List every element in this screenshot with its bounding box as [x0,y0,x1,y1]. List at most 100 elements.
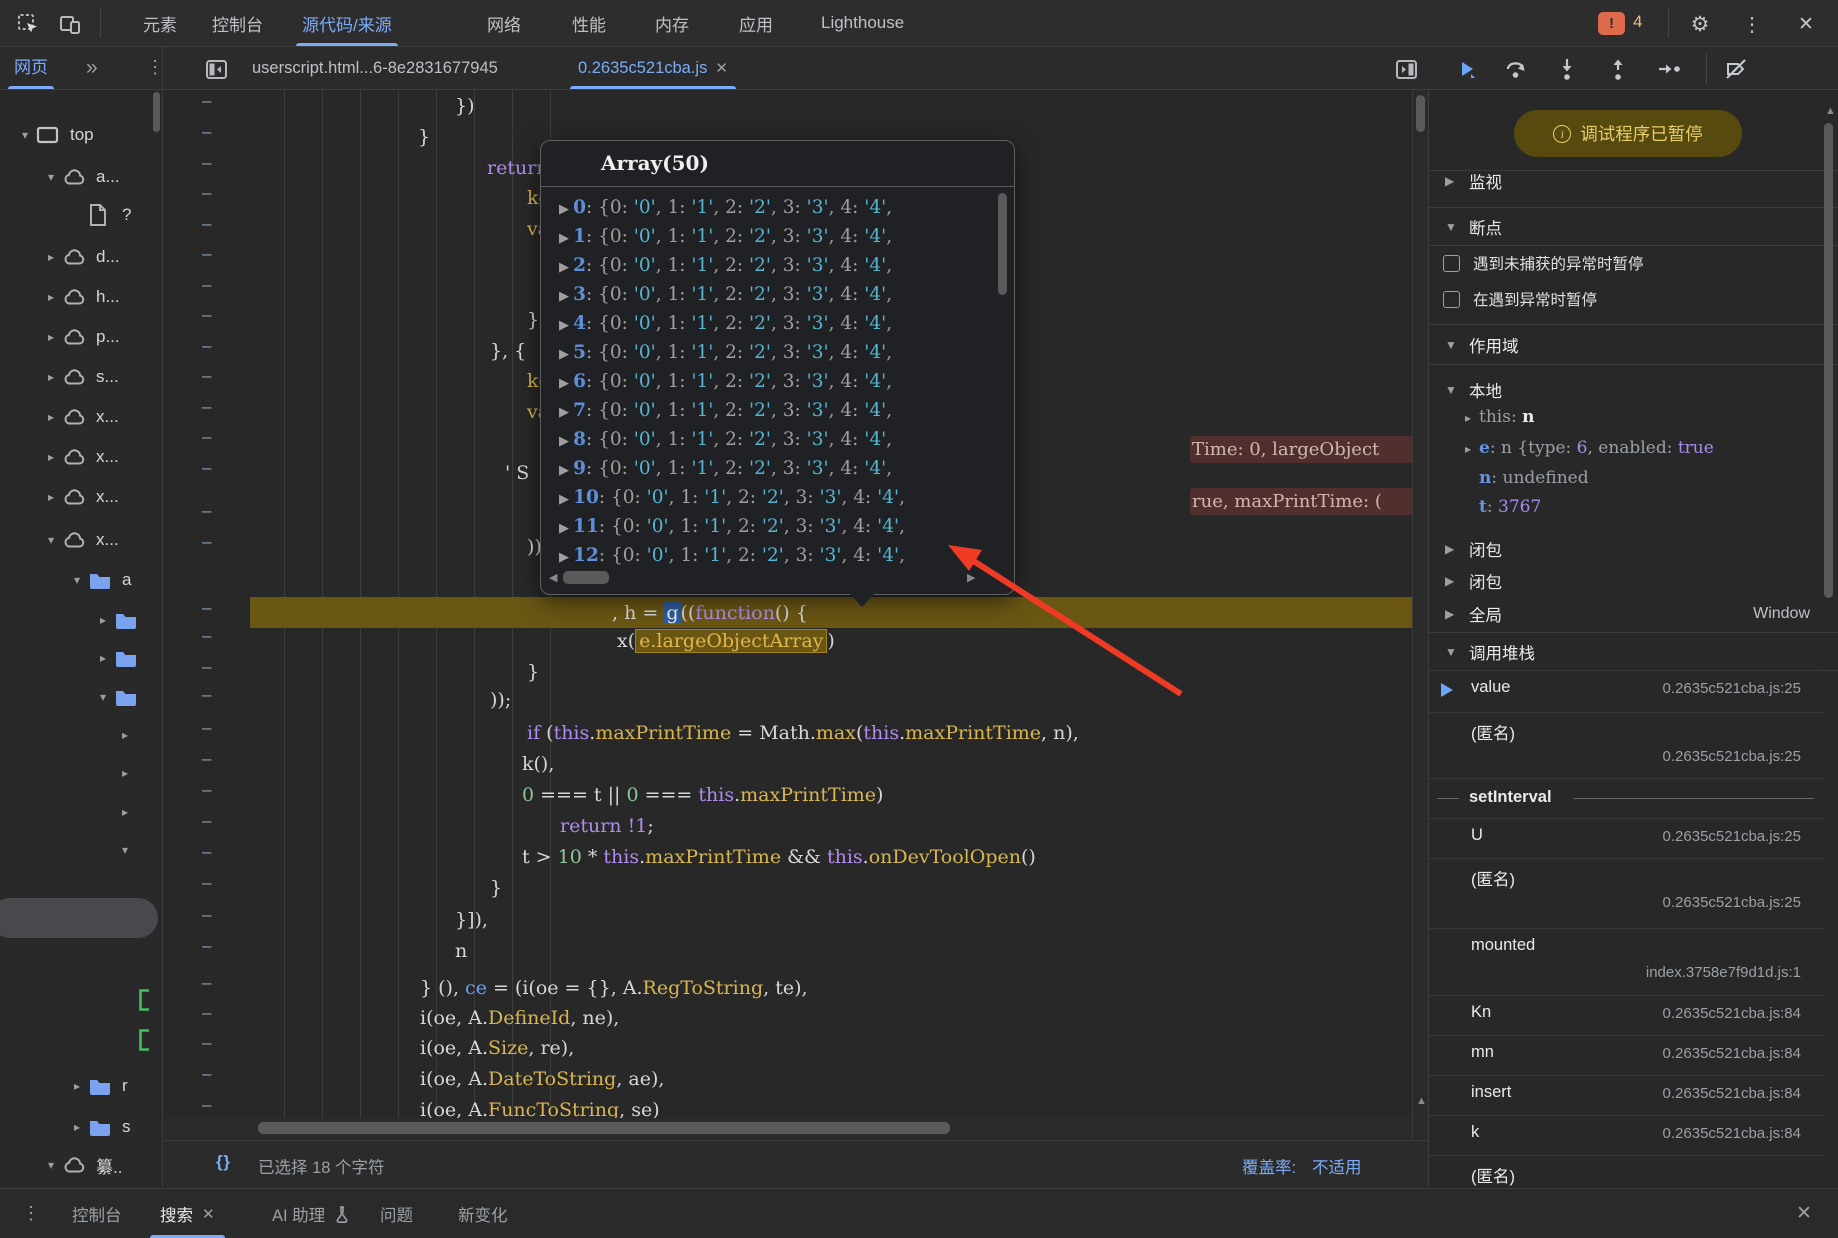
code-line[interactable]: n [455,936,467,966]
gutter-line-marker[interactable]: – [202,122,216,142]
gutter-line-marker[interactable]: – [202,842,216,862]
checkbox-icon[interactable] [1443,255,1460,272]
section-watch[interactable]: ▶ 监视 [1445,162,1502,199]
code-line[interactable]: i(oe, A.Size, re), [420,1033,574,1063]
resume-script-icon[interactable] [1452,55,1480,83]
gutter-line-marker[interactable]: – [202,657,216,677]
chevron-right-icon[interactable]: ▸ [48,490,62,504]
tree-item[interactable]: ▾x... [48,525,119,555]
code-line[interactable]: } [527,657,539,687]
tree-item[interactable]: ▾ [100,682,148,712]
panel-tab-1[interactable]: 控制台 [212,0,263,46]
chevron-right-icon[interactable]: ▸ [74,1079,88,1093]
chevron-right-icon[interactable]: ▶ [559,550,573,565]
device-toolbar-icon[interactable] [56,10,84,38]
popup-scroll-left-icon[interactable]: ◀ [549,571,557,584]
popup-array-row[interactable]: ▶ 3: {0: '0', 1: '1', 2: '2', 3: '3', 4:… [559,280,989,309]
code-line[interactable]: 0 === t || 0 === this.maxPrintTime) [522,780,883,810]
gutter-line-marker[interactable]: – [202,458,216,478]
checkbox-icon[interactable] [1443,291,1460,308]
popup-array-row[interactable]: ▶ 2: {0: '0', 1: '1', 2: '2', 3: '3', 4:… [559,251,989,280]
chevron-down-icon[interactable]: ▾ [74,573,88,587]
chevron-right-icon[interactable]: ▶ [559,463,573,478]
panel-tab-6[interactable]: 应用 [739,0,773,46]
step-out-icon[interactable] [1604,55,1632,83]
tree-item[interactable]: ▸s... [48,362,119,392]
pause-uncaught-exceptions-row[interactable]: 遇到未捕获的异常时暂停 [1443,252,1644,274]
chevron-right-icon[interactable]: ▶ [559,405,573,420]
chevron-right-icon[interactable]: ▸ [122,766,136,780]
scope-global[interactable]: ▶ 全局 [1445,598,1502,630]
show-drawer-panel-icon[interactable] [1392,55,1420,83]
drawer-tab-3[interactable]: 问题 [380,1189,413,1238]
code-line[interactable]: )); [490,685,511,715]
stack-frame-row[interactable]: (匿名)0.2635c521cba.js:25 [1429,858,1823,928]
stack-frame-row[interactable]: value0.2635c521cba.js:25 [1429,670,1823,712]
step-over-icon[interactable] [1502,55,1530,83]
tree-item[interactable]: ▸r [74,1071,128,1101]
chevron-right-icon[interactable]: ▶ [559,347,573,362]
chevron-down-icon[interactable]: ▾ [48,533,62,547]
section-callstack[interactable]: ▼ 调用堆栈 [1445,634,1535,670]
scope-closure[interactable]: ▶ 闭包 [1445,565,1502,597]
tree-item[interactable]: ▸x... [48,442,119,472]
tree-item[interactable]: ▸s [74,1112,131,1142]
tree-item[interactable]: ? [74,200,131,230]
step-icon[interactable] [1655,55,1683,83]
gutter-line-marker[interactable]: – [202,685,216,705]
chevron-right-icon[interactable]: ▸ [122,728,136,742]
hide-navigator-icon[interactable] [202,55,230,83]
chevron-right-icon[interactable]: ▶ [559,521,573,536]
scroll-arrow-icon[interactable]: ▲ [1416,1095,1427,1107]
gutter-line-marker[interactable]: – [202,1033,216,1053]
popup-array-row[interactable]: ▶ 7: {0: '0', 1: '1', 2: '2', 3: '3', 4:… [559,396,989,425]
chevron-right-icon[interactable]: ▸ [1465,411,1479,425]
gutter-line-marker[interactable]: – [202,626,216,646]
tree-item[interactable]: ▾a... [48,162,120,192]
popup-array-row[interactable]: ▶ 4: {0: '0', 1: '1', 2: '2', 3: '3', 4:… [559,309,989,338]
error-badge-icon[interactable]: ! [1598,12,1625,35]
popup-array-row[interactable]: ▶ 10: {0: '0', 1: '1', 2: '2', 3: '3', 4… [559,483,989,512]
scope-variable-row[interactable]: ▸this: n [1465,407,1838,427]
section-breakpoints[interactable]: ▼ 断点 [1445,208,1502,245]
panel-tab-0[interactable]: 元素 [143,0,177,46]
sidebar-scrollbar[interactable] [1824,123,1833,598]
tree-item[interactable]: ▸p... [48,322,120,352]
panel-tab-7[interactable]: Lighthouse [821,0,904,46]
code-line[interactable]: }, { [490,336,526,366]
tree-item[interactable]: ▸x... [48,482,119,512]
scope-variable-row[interactable]: n: undefined [1465,468,1838,488]
chevron-down-icon[interactable]: ▾ [48,1158,62,1172]
code-line[interactable]: return !1; [560,811,654,841]
popup-vertical-scrollbar[interactable] [998,193,1007,295]
code-line[interactable]: x(e.largeObjectArray) [617,626,835,656]
inspect-element-icon[interactable] [14,10,42,38]
gutter-line-marker[interactable]: – [202,973,216,993]
chevron-down-icon[interactable]: ▾ [22,128,36,142]
chevron-right-icon[interactable]: ▸ [48,330,62,344]
settings-gear-icon[interactable]: ⚙ [1686,10,1714,38]
navigator-more-icon[interactable]: ⋮ [146,57,164,78]
tree-item[interactable]: ▸x... [48,402,119,432]
code-line[interactable]: } [527,305,539,335]
tree-item[interactable]: ▾纂.. [48,1150,122,1180]
more-options-icon[interactable]: ⋮ [1738,10,1766,38]
code-line[interactable]: }]), [455,905,488,935]
drawer-close-icon[interactable]: ✕ [1796,1202,1812,1225]
gutter-line-marker[interactable]: – [202,153,216,173]
code-line[interactable]: , h = g((function() { [612,598,808,628]
code-line[interactable]: ' S [505,458,529,488]
tree-item[interactable]: ▸ [122,758,136,788]
scope-variable-row[interactable]: ▸e: n {type: 6, enabled: true [1465,438,1838,458]
code-line[interactable]: } (), ce = (i(oe = {}, A.RegToString, te… [420,973,808,1003]
overflow-tabs-chevron-icon[interactable]: » [86,56,98,80]
chevron-right-icon[interactable]: ▸ [74,1120,88,1134]
chevron-right-icon[interactable]: ▶ [559,202,573,217]
chevron-right-icon[interactable]: ▶ [559,260,573,275]
gutter-line-marker[interactable]: – [202,1064,216,1084]
section-scope[interactable]: ▼ 作用域 [1445,326,1519,363]
tree-item-selected[interactable] [0,898,158,938]
chevron-down-icon[interactable]: ▾ [100,690,114,704]
tree-item[interactable]: ▸ [122,720,136,750]
editor-horizontal-scrollbar[interactable] [164,1118,1412,1138]
